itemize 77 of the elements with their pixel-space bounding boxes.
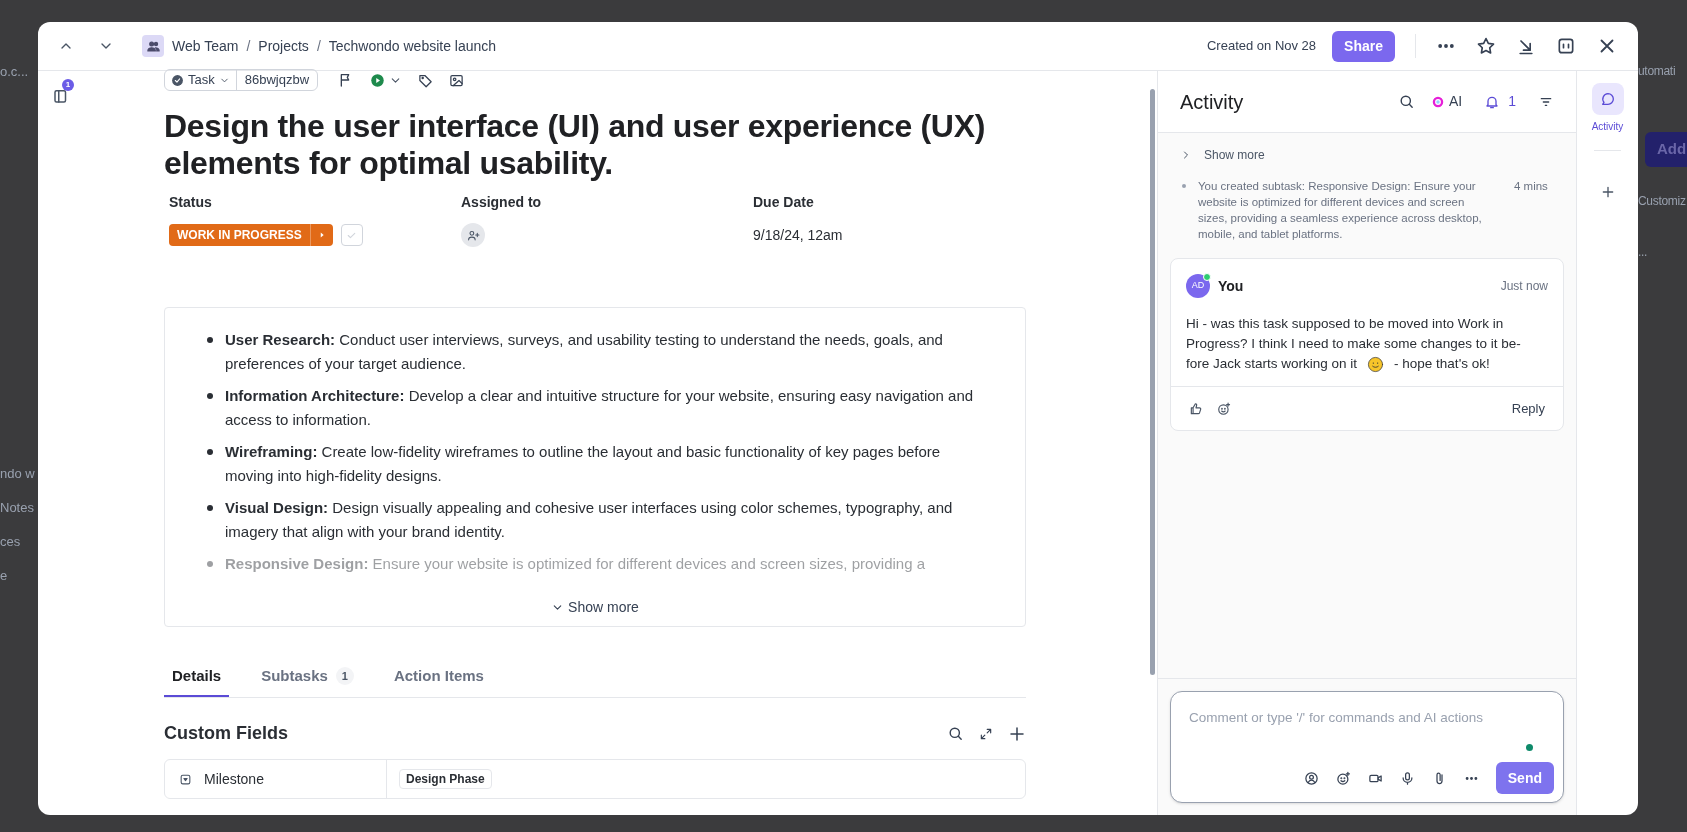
smiley-icon — [1367, 355, 1385, 373]
notification-badge: 1 — [62, 79, 74, 91]
plus-icon[interactable] — [1008, 724, 1026, 743]
breadcrumb-link[interactable]: Techwondo website launch — [328, 35, 497, 57]
description-item: Wireframing: Create low-fidelity wireframes to outline the layout and basic functionality of key pages before moving into high-fidelity designs. — [225, 442, 942, 486]
avatar: AD — [1186, 274, 1210, 298]
image-icon[interactable] — [449, 72, 465, 88]
task-title[interactable]: Design the user interface (UI) and user experience (UX) elements for optimal usability. — [164, 108, 1014, 182]
emoji-icon[interactable] — [1335, 770, 1351, 786]
star-icon[interactable] — [1476, 36, 1496, 56]
bullet-icon — [1182, 184, 1186, 188]
backdrop-text: ndo w — [0, 465, 35, 483]
breadcrumb-separator: / — [316, 36, 321, 56]
share-button[interactable]: Share — [1332, 30, 1395, 62]
tab[interactable]: Details — [164, 657, 230, 697]
tab[interactable]: Action Items — [385, 657, 492, 697]
field-label: Assigned to — [461, 193, 543, 212]
backdrop-text: utomati — [1638, 63, 1676, 80]
comment-time: Just now — [1500, 278, 1548, 295]
complete-checkbox[interactable] — [340, 224, 363, 246]
breadcrumb-link[interactable]: Web Team — [172, 35, 239, 57]
backdrop-text: Customiz — [1638, 193, 1686, 210]
search-icon[interactable] — [947, 725, 964, 742]
due-date[interactable]: 9/18/24, 12am — [753, 224, 843, 246]
created-date: Created on Nov 28 — [1206, 37, 1317, 56]
description-item: Information Architecture: Develop a clear and intuitive structure for your website, ensuring easy navigation and access to information. — [225, 386, 975, 430]
description-item: Responsive Design: Ensure your website is optimized for different devices and screen sizes, providing a — [225, 554, 926, 574]
bullet-icon — [207, 561, 213, 567]
description-item: User Research: Conduct user interviews, surveys, and usability testing to understand the needs, goals, and preferences of your target audience. — [225, 330, 944, 374]
comment-field[interactable]: Comment or type '/' for commands and AI actions Send — [1170, 691, 1564, 803]
comment-text: - hope that's ok! — [1394, 355, 1490, 373]
panel-title: Activity — [1180, 89, 1244, 115]
scrollbar[interactable] — [1150, 89, 1155, 675]
field-label: Status — [169, 193, 213, 212]
thumbs-up-icon[interactable] — [1189, 401, 1203, 416]
backdrop-text: e — [0, 567, 8, 585]
task-id[interactable]: 86bwjqzbw — [235, 70, 318, 90]
backdrop-text: ... — [1638, 244, 1648, 261]
comment-author: You — [1218, 276, 1244, 296]
ai-orb-icon — [1430, 94, 1445, 109]
tab[interactable]: Subtasks 1 — [253, 657, 362, 697]
person-plus-icon — [466, 228, 480, 242]
reply-button[interactable]: Reply — [1511, 398, 1545, 419]
show-more-button[interactable]: Show more — [1170, 146, 1265, 164]
expand-icon[interactable] — [979, 726, 993, 741]
field-label: Due Date — [753, 193, 815, 212]
task-type-dropdown[interactable]: Task — [165, 70, 236, 90]
milestone-tag[interactable]: Design Phase — [399, 769, 492, 789]
show-more-button[interactable]: Show more — [551, 597, 639, 618]
notifications-button[interactable]: 1 — [1484, 91, 1516, 112]
count-badge: 1 — [335, 667, 354, 685]
tag-icon[interactable] — [418, 72, 434, 88]
chat-bubble-icon — [1599, 91, 1616, 107]
bullet-icon — [207, 337, 213, 343]
section-title: Custom Fields — [164, 722, 288, 745]
check-circle-icon — [171, 73, 184, 87]
bullet-icon — [207, 449, 213, 455]
add-assignee-button[interactable] — [461, 223, 485, 247]
send-button[interactable]: Send — [1495, 762, 1554, 794]
backdrop-text: Notes — [0, 499, 34, 517]
sidebar-toggle-icon[interactable] — [1556, 36, 1576, 56]
event-time: 4 mins — [1514, 179, 1548, 194]
backdrop-text: ces — [0, 533, 21, 551]
dropdown-field-icon — [179, 772, 192, 786]
field-name: Milestone — [204, 769, 264, 789]
add-reaction-icon[interactable] — [1217, 401, 1231, 416]
breadcrumb-link[interactable]: Projects — [258, 35, 309, 57]
ai-button[interactable]: AI — [1430, 91, 1463, 112]
activity-event: You created subtask: Responsive Design: Ensure your website is optimized for different devices and screen sizes, providing a seamless experience across desktop, mobile, and tablet platforms. — [1198, 179, 1483, 242]
description-item: Visual Design: Design visually appealing and cohesive user interfaces using color schemes, typography, and imagery that align with your brand identity. — [225, 498, 954, 542]
backdrop-text: o.c... — [0, 63, 29, 81]
mention-icon[interactable] — [1303, 770, 1319, 786]
bullet-icon — [207, 393, 213, 399]
bullet-icon — [207, 505, 213, 511]
breadcrumb-separator: / — [246, 36, 251, 56]
comment-text: fore Jack starts working on it — [1186, 355, 1358, 373]
play-icon — [370, 72, 386, 88]
